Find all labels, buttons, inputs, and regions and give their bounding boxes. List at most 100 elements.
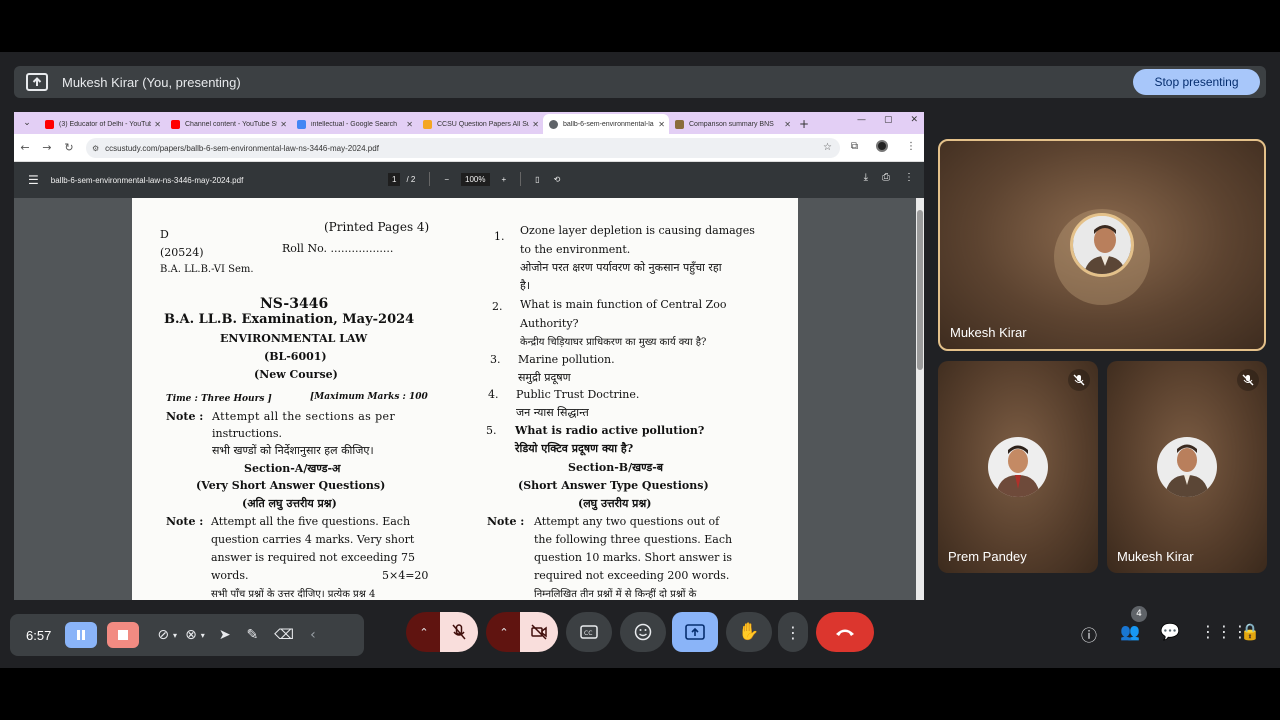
pdf-scrollbar[interactable]	[916, 198, 924, 600]
stop-presenting-button[interactable]: Stop presenting	[1133, 69, 1260, 95]
more-options-icon[interactable]: ⋮	[904, 172, 914, 183]
participant-tile-active[interactable]: Mukesh Kirar	[938, 139, 1266, 351]
chevron-down-icon[interactable]: ▾	[173, 631, 177, 640]
hang-up-icon	[836, 629, 854, 636]
camera-toggle-button[interactable]	[520, 612, 558, 652]
mic-toggle-button[interactable]	[440, 612, 478, 652]
leave-call-button[interactable]	[816, 612, 874, 652]
mic-off-icon	[1237, 369, 1259, 391]
host-controls-icon[interactable]: 🔒	[1240, 622, 1260, 641]
question-text: Public Trust Doctrine.	[516, 388, 640, 401]
printed-pages: (Printed Pages 4)	[324, 220, 430, 234]
mic-off-icon[interactable]: ⊗	[185, 627, 197, 643]
tab-close-icon[interactable]: ✕	[154, 120, 161, 129]
note-label: Note :	[487, 515, 525, 528]
note-text: Attempt any two questions out of	[534, 515, 720, 528]
browser-menu-icon[interactable]: ⋮	[906, 141, 916, 152]
tab-close-icon[interactable]: ✕	[658, 120, 665, 129]
zoom-in-icon[interactable]: +	[502, 175, 507, 184]
tab-close-icon[interactable]: ✕	[532, 120, 539, 129]
stop-icon	[118, 630, 129, 640]
question-number: 3.	[490, 353, 501, 366]
pdf-viewer[interactable]: D (Printed Pages 4) (20524) Roll No. ...…	[14, 198, 924, 600]
note-text: question carries 4 marks. Very short	[211, 533, 415, 546]
bookmark-star-icon[interactable]: ☆	[823, 142, 832, 153]
more-options-button[interactable]: ⋮	[778, 612, 808, 652]
reload-icon[interactable]: ↻	[58, 141, 80, 154]
chevron-down-icon[interactable]: ▾	[201, 631, 205, 640]
minimize-icon[interactable]: —	[857, 115, 866, 125]
camera-off-icon[interactable]: ⊘	[157, 627, 169, 643]
raise-hand-button[interactable]: ✋	[726, 612, 772, 652]
tab-search-icon[interactable]: ⌄	[18, 114, 36, 132]
back-icon[interactable]: ←	[14, 141, 36, 154]
subject-code: (BL-6001)	[264, 350, 327, 363]
reactions-button[interactable]	[620, 612, 666, 652]
person-photo-icon	[1157, 437, 1217, 497]
stop-recording-button[interactable]	[107, 622, 140, 648]
site-info-icon[interactable]: ⚙	[92, 144, 99, 153]
present-screen-icon	[26, 73, 48, 91]
question-number: 5.	[486, 424, 497, 437]
course-name: B.A. LL.B.-VI Sem.	[160, 264, 254, 275]
browser-tab[interactable]: Comparison summary BNS ✕	[669, 114, 795, 134]
fit-page-icon[interactable]: ▯	[535, 175, 539, 184]
close-window-icon[interactable]: ✕	[910, 115, 918, 125]
present-now-button[interactable]	[672, 612, 718, 652]
globe-icon	[549, 119, 558, 129]
participant-tile[interactable]: Mukesh Kirar	[1107, 361, 1267, 573]
pen-icon[interactable]: ✎	[247, 627, 259, 643]
note-hindi: सभी खण्डों को निर्देशानुसार हल कीजिए।	[212, 444, 374, 457]
address-bar[interactable]: ⚙ ccsustudy.com/papers/ballb-6-sem-envir…	[86, 138, 840, 158]
camera-options-button[interactable]: ⌃	[486, 612, 522, 652]
browser-tab[interactable]: intellectual - Google Search ✕	[291, 114, 417, 134]
subject-title: ENVIRONMENTAL LAW	[220, 332, 368, 345]
browser-tab-active[interactable]: ballb-6-sem-environmental-la ✕	[543, 114, 669, 134]
tab-close-icon[interactable]: ✕	[280, 120, 287, 129]
participant-tile[interactable]: Prem Pandey	[938, 361, 1098, 573]
browser-tab[interactable]: (3) Educator of Delhi - YouTub ✕	[39, 114, 165, 134]
page-number-input[interactable]: 1	[388, 172, 401, 186]
print-icon[interactable]: ⎙	[882, 172, 890, 183]
pdf-menu-icon[interactable]: ☰	[28, 173, 39, 187]
collapse-chevron-icon[interactable]: ‹	[310, 627, 316, 643]
question-text: Authority?	[520, 317, 579, 330]
rotate-icon[interactable]: ⟲	[554, 175, 561, 184]
profile-avatar[interactable]	[876, 140, 888, 152]
ccsu-icon	[423, 119, 432, 129]
people-icon[interactable]: 👥	[1120, 622, 1140, 641]
eraser-icon[interactable]: ⌫	[274, 627, 294, 643]
pause-recording-button[interactable]	[65, 622, 98, 648]
tab-close-icon[interactable]: ✕	[784, 120, 791, 129]
question-number: 2.	[492, 300, 503, 313]
camera-off-icon	[531, 624, 547, 640]
forward-icon[interactable]: →	[36, 141, 58, 154]
zoom-input[interactable]: 100%	[461, 172, 490, 186]
browser-tab[interactable]: Channel content - YouTube St ✕	[165, 114, 291, 134]
tab-strip: ⌄ (3) Educator of Delhi - YouTub ✕ Chann…	[14, 112, 924, 134]
svg-text:CC: CC	[584, 630, 592, 637]
extensions-icon[interactable]: ⧉	[851, 141, 858, 152]
marks-formula: 5×4=20	[382, 569, 429, 582]
pdf-toolbar: ☰ ballb-6-sem-environmental-law-ns-3446-…	[14, 162, 924, 198]
emoji-icon	[634, 623, 652, 641]
paper-number: (20524)	[160, 246, 204, 259]
mic-options-button[interactable]: ⌃	[406, 612, 442, 652]
shared-browser-window: ⌄ (3) Educator of Delhi - YouTub ✕ Chann…	[14, 112, 924, 600]
download-icon[interactable]: ⤓	[864, 172, 868, 183]
doc-icon	[675, 119, 684, 129]
maximize-icon[interactable]: ▢	[884, 115, 893, 125]
chat-icon[interactable]: 💬	[1160, 622, 1180, 641]
participant-name: Mukesh Kirar	[950, 325, 1027, 340]
meeting-info-icon[interactable]: ⓘ	[1081, 622, 1097, 646]
pointer-icon[interactable]: ➤	[219, 627, 231, 643]
new-tab-icon[interactable]: +	[795, 117, 813, 131]
avatar	[988, 437, 1048, 497]
tab-close-icon[interactable]: ✕	[406, 120, 413, 129]
question-hindi: रेडियो एक्टिव प्रदूषण क्या है?	[515, 442, 634, 455]
scrollbar-thumb[interactable]	[917, 210, 923, 370]
zoom-out-icon[interactable]: −	[444, 175, 449, 184]
browser-tab[interactable]: CCSU Question Papers All Sub ✕	[417, 114, 543, 134]
question-text: What is main function of Central Zoo	[520, 298, 727, 311]
captions-button[interactable]: CC	[566, 612, 612, 652]
